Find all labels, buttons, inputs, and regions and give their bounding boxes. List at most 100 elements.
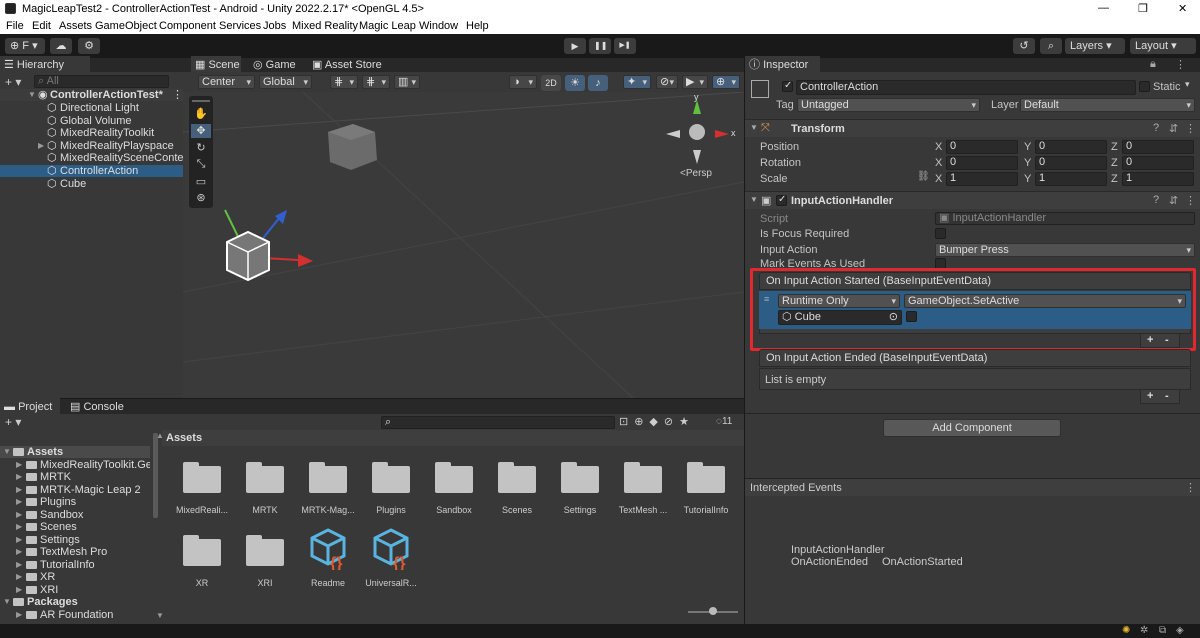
asset-item[interactable]: TutorialInfo (674, 461, 738, 531)
scale-tool-icon[interactable]: ⤡ (191, 158, 211, 172)
rotate-tool-icon[interactable]: ↻ (191, 141, 211, 155)
step-button[interactable]: ▶❚ (614, 38, 636, 54)
transform-x-field[interactable]: 0 (946, 140, 1018, 154)
audio-icon[interactable]: ♪ (588, 75, 608, 91)
expand-arrow-icon[interactable]: ▶ (16, 459, 22, 471)
x-axis-label[interactable]: X (935, 173, 942, 185)
menu-component[interactable]: Component (159, 20, 216, 32)
collab-icon[interactable]: ⚙ (78, 38, 100, 54)
asset-item[interactable]: {} UniversalR... (359, 528, 423, 604)
asset-item[interactable]: XR (170, 534, 234, 604)
lighting-icon[interactable]: ☀ (565, 75, 585, 91)
grid-snap-icon[interactable]: ⋕ (330, 75, 358, 89)
expand-arrow-icon[interactable]: ▼ (28, 89, 36, 101)
account-button[interactable]: ⊕ F ▾ (5, 38, 45, 54)
expand-arrow-icon[interactable]: ▶ (16, 609, 22, 621)
project-tree-item[interactable]: ▶ Scenes (0, 521, 150, 533)
play-button[interactable]: ▶ (564, 38, 586, 54)
cloud-icon[interactable]: ☁ (50, 38, 72, 54)
add-component-button[interactable]: Add Component (883, 419, 1061, 437)
pause-button[interactable]: ❚❚ (589, 38, 611, 54)
component-enabled-checkbox[interactable]: ✓ (776, 194, 787, 206)
hierarchy-item[interactable]: ⬡ MixedRealitySceneConten (0, 152, 183, 164)
setactive-value-checkbox[interactable] (906, 311, 917, 322)
project-tree-item[interactable]: ▶ TextMesh Pro (0, 546, 150, 558)
object-picker-icon[interactable]: ⊙ (889, 311, 898, 324)
rect-tool-icon[interactable]: ▭ (191, 175, 211, 189)
project-filter-icons[interactable]: ⊡⊕◆⊘★ (619, 415, 695, 428)
hand-tool-icon[interactable]: ✋ (191, 107, 211, 121)
asset-item[interactable]: MRTK (233, 461, 297, 531)
shading-mode-icon[interactable]: ◑ (509, 75, 537, 89)
close-button[interactable]: ✕ (1178, 2, 1187, 15)
pivot-dropdown[interactable]: Center (198, 75, 255, 89)
asset-item[interactable]: {} Readme (296, 528, 360, 604)
expand-arrow-icon[interactable]: ▶ (16, 471, 22, 483)
z-axis-label[interactable]: Z (1111, 141, 1118, 153)
layers-dropdown[interactable]: Layers ▾ (1065, 38, 1125, 54)
active-checkbox[interactable]: ✓ (782, 80, 793, 92)
project-tree-item[interactable]: ▶ MRTK-Magic Leap 2 (0, 484, 150, 496)
transform-y-field[interactable]: 1 (1035, 172, 1107, 186)
effects-icon[interactable]: ✦ (623, 75, 651, 89)
camera-icon[interactable]: ▶ (682, 75, 708, 89)
menu-edit[interactable]: Edit (32, 20, 51, 32)
slider-handle[interactable] (709, 607, 717, 615)
expand-arrow-icon[interactable]: ▶ (38, 140, 44, 152)
help-icon[interactable]: ? (1153, 194, 1159, 206)
layer-dropdown[interactable]: Default (1020, 98, 1195, 112)
debug-icon[interactable]: ✲ (1140, 625, 1148, 636)
asset-item[interactable]: Scenes (485, 461, 549, 531)
project-tree-item[interactable]: ▶ Plugins (0, 496, 150, 508)
transform-z-field[interactable]: 0 (1122, 156, 1194, 170)
tab-project[interactable]: ▬ Project (0, 398, 60, 416)
asset-item[interactable]: Plugins (359, 461, 423, 531)
tab-hierarchy[interactable]: ☰ Hierarchy (0, 56, 90, 74)
project-tree-item[interactable]: ▶ AR Foundation (0, 609, 150, 621)
hierarchy-item[interactable]: ⬡ ControllerAction (0, 165, 183, 177)
static-checkbox[interactable] (1139, 81, 1150, 92)
transform-y-field[interactable]: 0 (1035, 156, 1107, 170)
space-dropdown[interactable]: Global (259, 75, 312, 89)
menu-gameobject[interactable]: GameObject (95, 20, 157, 32)
menu-assets[interactable]: Assets (59, 20, 92, 32)
expand-arrow-icon[interactable]: ▶ (16, 496, 22, 508)
collapse-arrow-icon[interactable]: ▼ (750, 195, 758, 204)
visibility-icon[interactable]: ⊘ (656, 75, 678, 89)
layout-dropdown[interactable]: Layout ▾ (1130, 38, 1196, 54)
drag-handle-icon[interactable]: ≡ (764, 294, 769, 304)
remove-listener-button[interactable]: - (1165, 334, 1169, 346)
add-listener-button[interactable]: + (1147, 390, 1153, 402)
more-icon[interactable]: ⋮ (1185, 481, 1196, 494)
asset-item[interactable]: MRTK-Mag... (296, 461, 360, 531)
more-icon[interactable]: ⋮ (172, 89, 183, 101)
more-icon[interactable]: ⋮ (1185, 194, 1196, 207)
lock-icon[interactable]: 🔒︎ (1150, 58, 1156, 71)
menu-jobs[interactable]: Jobs (263, 20, 286, 32)
tab-console[interactable]: ▤ Console (66, 398, 126, 416)
expand-arrow-icon[interactable]: ▶ (16, 534, 22, 546)
tab-inspector[interactable]: ⓘ Inspector (745, 56, 820, 74)
add-listener-button[interactable]: + (1147, 334, 1153, 346)
target-object-field[interactable]: ⬡ Cube ⊙ (778, 310, 902, 325)
transform-x-field[interactable]: 1 (946, 172, 1018, 186)
z-axis-label[interactable]: Z (1111, 173, 1118, 185)
expand-arrow-icon[interactable]: ▶ (16, 546, 22, 558)
create-button[interactable]: + ▾ (5, 415, 21, 429)
asset-item[interactable]: Settings (548, 461, 612, 531)
expand-arrow-icon[interactable]: ▶ (16, 509, 22, 521)
tree-scrollbar[interactable] (153, 433, 158, 518)
asset-item[interactable]: TextMesh ... (611, 461, 675, 531)
preset-icon[interactable]: ⇵ (1169, 122, 1178, 135)
hierarchy-item[interactable]: ▶ ⬡ MixedRealityPlayspace (0, 140, 183, 152)
expand-arrow-icon[interactable]: ▶ (16, 571, 22, 583)
scene-row[interactable]: ▼ ◉ ControllerActionTest* ⋮ (0, 89, 183, 101)
move-tool-icon[interactable]: ✥ (191, 124, 211, 138)
hidden-count-badge[interactable]: ◌11 (716, 416, 732, 427)
increment-icon[interactable]: ▥ (394, 75, 420, 89)
project-tree-item[interactable]: ▶ XRI (0, 584, 150, 596)
transform-z-field[interactable]: 1 (1122, 172, 1194, 186)
asset-item[interactable]: Sandbox (422, 461, 486, 531)
orientation-gizmo[interactable]: y x (666, 92, 736, 164)
scene-viewport[interactable]: y x (183, 92, 744, 398)
